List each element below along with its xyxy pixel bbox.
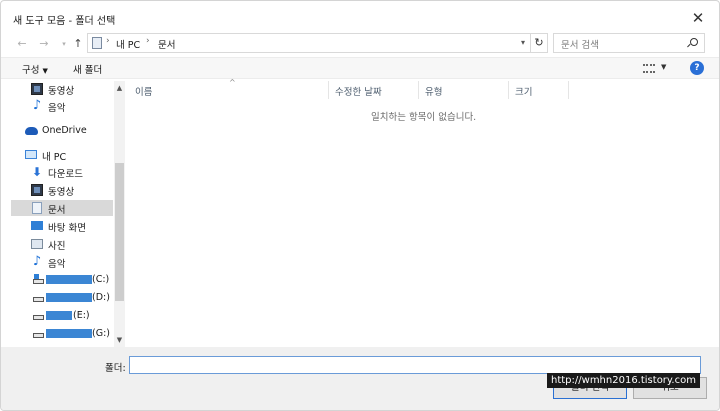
nav-item-videos[interactable]: 동영상 [11, 81, 113, 97]
nav-item-music[interactable]: ♪ 음악 [11, 254, 113, 270]
nav-item-label: 동영상 [48, 187, 75, 198]
view-options-icon[interactable] [643, 64, 655, 73]
breadcrumb-separator-icon[interactable]: › [146, 36, 150, 46]
nav-item-downloads[interactable]: ⬇ 다운로드 [11, 164, 113, 180]
address-row: ← → ▾ ↑ › 내 PC › 문서 ▾ ↻ 문서 검색 [1, 33, 719, 55]
onedrive-icon [25, 127, 38, 135]
video-icon [31, 83, 43, 95]
column-header-label: 크기 [515, 87, 533, 98]
nav-item-label: 내 PC [42, 152, 67, 163]
nav-item-label: 사진 [48, 241, 66, 252]
scroll-up-icon[interactable]: ▲ [114, 83, 125, 93]
up-arrow-icon[interactable]: ↑ [71, 35, 85, 53]
title-bar: 새 도구 모음 - 폴더 선택 ✕ [1, 1, 719, 33]
pc-icon [25, 150, 37, 159]
documents-location-icon [92, 37, 102, 49]
nav-item-music[interactable]: ♪ 음악 [11, 98, 113, 114]
command-toolbar: 구성 ▼ 새 폴더 ▼ ? [1, 57, 719, 79]
music-icon: ♪ [32, 98, 42, 113]
file-list: 이름 ^ 수정한 날짜 유형 크기 일치하는 항목이 없습니다. [129, 78, 719, 347]
nav-item-label: 다운로드 [48, 169, 83, 180]
column-header-size[interactable]: 크기 [509, 81, 569, 99]
close-icon[interactable]: ✕ [687, 7, 709, 29]
organize-button[interactable]: 구성 ▼ [22, 62, 48, 76]
drive-icon [33, 333, 44, 338]
nav-item-drive-d[interactable]: (D:) [11, 290, 113, 306]
drive-name-redaction [46, 275, 92, 284]
nav-item-drive-e[interactable]: (E:) [11, 308, 113, 324]
search-input[interactable]: 문서 검색 [561, 37, 599, 51]
nav-item-label: (G:) [92, 328, 110, 339]
drive-icon [33, 297, 44, 302]
nav-item-onedrive[interactable]: OneDrive [11, 123, 113, 139]
video-icon [31, 184, 43, 196]
pictures-icon [31, 239, 43, 249]
chevron-down-icon: ▼ [42, 67, 48, 75]
window-title: 새 도구 모음 - 폴더 선택 [13, 16, 116, 27]
nav-item-label: (E:) [73, 310, 90, 321]
nav-item-label: 문서 [48, 205, 66, 216]
nav-item-label: 바탕 화면 [48, 223, 86, 234]
nav-item-pictures[interactable]: 사진 [11, 236, 113, 252]
breadcrumb-separator-icon[interactable]: › [106, 36, 110, 46]
folder-field[interactable] [129, 356, 701, 374]
search-box[interactable]: 문서 검색 [553, 33, 705, 53]
address-bar[interactable]: › 내 PC › 문서 ▾ [87, 33, 531, 53]
chevron-down-icon[interactable]: ▼ [661, 63, 666, 71]
column-header-date-modified[interactable]: 수정한 날짜 [329, 81, 419, 99]
empty-list-message: 일치하는 항목이 없습니다. [371, 112, 477, 123]
column-header-type[interactable]: 유형 [419, 81, 509, 99]
folder-picker-dialog: 새 도구 모음 - 폴더 선택 ✕ ← → ▾ ↑ › 내 PC › 문서 ▾ … [0, 0, 720, 411]
recent-locations-chevron-icon[interactable]: ▾ [57, 35, 71, 53]
download-icon: ⬇ [31, 165, 43, 179]
documents-icon [32, 202, 42, 214]
drive-icon [33, 274, 44, 284]
address-dropdown-chevron-icon[interactable]: ▾ [516, 35, 530, 51]
column-header-label: 유형 [425, 87, 443, 98]
navigation-pane: 동영상 ♪ 음악 OneDrive 내 PC ⬇ 다운로드 동영상 문서 바탕 … [11, 81, 125, 347]
nav-item-label: OneDrive [42, 125, 87, 136]
breadcrumb-documents[interactable]: 문서 [158, 37, 175, 51]
search-icon[interactable] [690, 38, 698, 46]
organize-label: 구성 [22, 65, 40, 76]
drive-name-redaction [46, 293, 92, 302]
scroll-down-icon[interactable]: ▼ [114, 335, 125, 345]
nav-item-documents[interactable]: 문서 [11, 200, 113, 216]
nav-pane-scrollbar[interactable]: ▲ ▼ [114, 81, 125, 347]
nav-item-desktop[interactable]: 바탕 화면 [11, 218, 113, 234]
drive-name-redaction [46, 311, 72, 320]
scrollbar-thumb[interactable] [115, 163, 124, 301]
help-icon[interactable]: ? [690, 61, 704, 75]
refresh-icon[interactable]: ↻ [531, 33, 548, 53]
drive-icon [33, 315, 44, 320]
nav-item-this-pc[interactable]: 내 PC [11, 147, 113, 163]
column-header-label: 이름 [135, 87, 153, 98]
breadcrumb-this-pc[interactable]: 내 PC [116, 37, 140, 51]
music-icon: ♪ [32, 254, 42, 269]
nav-item-label: 음악 [48, 259, 66, 270]
back-arrow-icon[interactable]: ← [15, 35, 29, 53]
nav-item-label: 동영상 [48, 86, 75, 97]
watermark: http://wmhn2016.tistory.com [547, 373, 700, 388]
nav-item-drive-c[interactable]: (C:) [11, 272, 113, 288]
folder-field-label: 폴더: [105, 363, 126, 374]
forward-arrow-icon[interactable]: → [37, 35, 51, 53]
drive-name-redaction [46, 329, 92, 338]
sort-ascending-icon: ^ [229, 78, 236, 87]
nav-item-drive-g[interactable]: (G:) [11, 326, 113, 342]
desktop-icon [31, 221, 43, 230]
nav-item-videos[interactable]: 동영상 [11, 182, 113, 198]
column-header-label: 수정한 날짜 [335, 87, 382, 98]
nav-item-label: (D:) [92, 292, 110, 303]
new-folder-button[interactable]: 새 폴더 [73, 62, 102, 76]
column-header-name[interactable]: 이름 ^ [129, 78, 329, 99]
nav-item-label: (C:) [92, 274, 110, 285]
nav-item-label: 음악 [48, 103, 66, 114]
